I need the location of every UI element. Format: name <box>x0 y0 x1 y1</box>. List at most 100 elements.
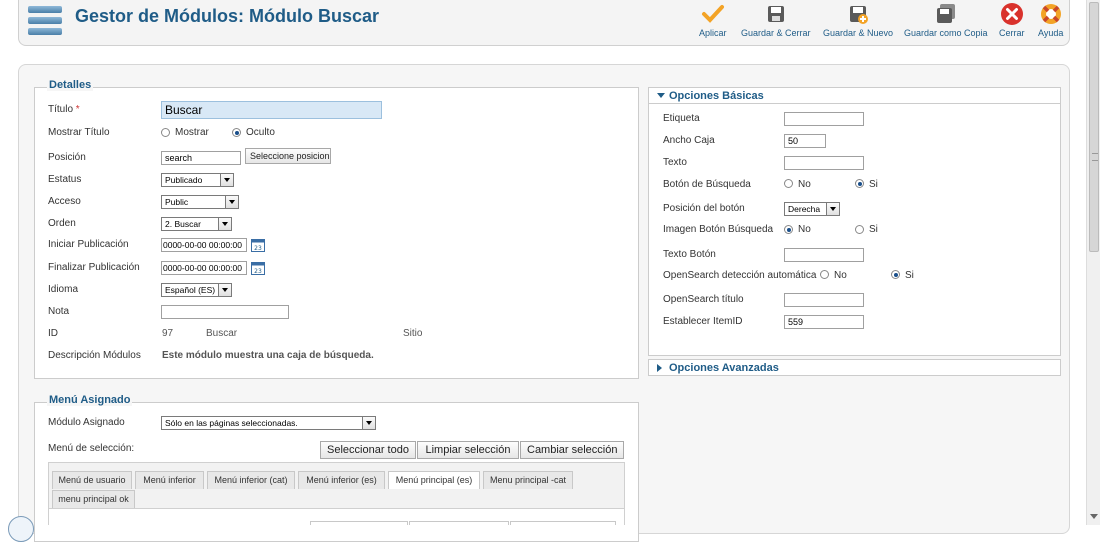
module-manager-icon <box>28 5 62 37</box>
show-title-label: Mostrar Título <box>48 127 110 138</box>
scroll-down-arrow-icon[interactable] <box>1089 510 1099 522</box>
chevron-down-icon <box>826 203 839 215</box>
set-itemid-label: Establecer ItemID <box>663 316 743 327</box>
opensearch-title-label: OpenSearch título <box>663 294 744 305</box>
access-select[interactable]: Public <box>161 195 239 209</box>
image-button-option-no: No <box>798 224 811 235</box>
tab-bottom-menu-cat[interactable]: Menú inferior (cat) <box>207 471 295 489</box>
button-text-label: Texto Botón <box>663 249 716 260</box>
tab-main-menu-ok[interactable]: menu principal ok <box>52 490 135 508</box>
tab-user-menu[interactable]: Menú de usuario <box>52 471 132 489</box>
tab-main-menu-es[interactable]: Menú principal (es) <box>388 471 480 489</box>
search-button-option-yes: Si <box>869 179 878 190</box>
chevron-down-icon <box>218 284 231 296</box>
status-label: Estatus <box>48 174 82 185</box>
select-all-button[interactable]: Seleccionar todo <box>320 441 416 459</box>
search-button-radio-no[interactable] <box>784 179 793 188</box>
help-button[interactable]: Ayuda <box>1038 2 1063 38</box>
access-label: Acceso <box>48 196 81 207</box>
title-input[interactable]: Buscar <box>161 101 382 119</box>
calendar-icon[interactable]: 23 <box>251 238 265 252</box>
close-button[interactable]: Cerrar <box>999 2 1025 38</box>
svg-text:23: 23 <box>254 268 262 275</box>
position-label: Posición <box>48 152 86 163</box>
status-value: Publicado <box>165 175 203 185</box>
language-select[interactable]: Español (ES) <box>161 283 232 297</box>
image-button-option-yes: Si <box>869 224 878 235</box>
image-button-radio-no[interactable] <box>784 225 793 234</box>
menu-selection-label: Menú de selección: <box>48 443 135 454</box>
opensearch-title-input[interactable] <box>784 293 864 307</box>
basic-options-header[interactable]: Opciones Básicas <box>648 87 1061 104</box>
opensearch-autodetect-radio-yes[interactable] <box>891 270 900 279</box>
opensearch-autodetect-option-no: No <box>834 270 847 281</box>
opensearch-autodetect-radio-no[interactable] <box>820 270 829 279</box>
save-close-button[interactable]: Guardar & Cerrar <box>741 2 811 38</box>
id-value: 97 <box>162 328 174 339</box>
menu-items-column <box>510 521 616 525</box>
show-title-radio-show[interactable] <box>161 128 170 137</box>
close-label: Cerrar <box>999 28 1025 38</box>
image-button-radio-yes[interactable] <box>855 225 864 234</box>
details-fieldset: Detalles <box>34 79 639 379</box>
tab-main-menu-cat[interactable]: Menu principal -cat <box>483 471 573 489</box>
box-width-label: Ancho Caja <box>663 135 715 146</box>
button-position-select[interactable]: Derecha <box>784 202 840 216</box>
start-publishing-input[interactable]: 0000-00-00 00:00:00 <box>161 238 247 252</box>
search-button-option-no: No <box>798 179 811 190</box>
toggle-selection-button[interactable]: Cambiar selección <box>520 441 624 459</box>
label-label: Etiqueta <box>663 113 700 124</box>
order-value: 2. Buscar <box>165 219 201 229</box>
text-input[interactable] <box>784 156 864 170</box>
search-button-radio-yes[interactable] <box>855 179 864 188</box>
clear-selection-button[interactable]: Limpiar selección <box>417 441 519 459</box>
access-value: Public <box>165 197 189 207</box>
page-title: Gestor de Módulos: Módulo Buscar <box>75 6 380 26</box>
start-publishing-label: Iniciar Publicación <box>48 239 129 250</box>
tab-bottom-menu[interactable]: Menú inferior <box>135 471 204 489</box>
label-input[interactable] <box>784 112 864 126</box>
show-title-option-show: Mostrar <box>175 127 209 138</box>
order-label: Orden <box>48 218 76 229</box>
apply-button[interactable]: Aplicar <box>699 2 727 38</box>
scrollbar-thumb[interactable] <box>1089 2 1099 252</box>
help-label: Ayuda <box>1038 28 1064 38</box>
required-mark: * <box>75 104 80 115</box>
calendar-icon[interactable]: 23 <box>251 261 265 275</box>
note-input[interactable] <box>161 305 289 319</box>
collapse-triangle-icon <box>657 93 665 98</box>
save-new-button[interactable]: Guardar & Nuevo <box>823 2 893 38</box>
assigned-module-select[interactable]: Sólo en las páginas seleccionadas. <box>161 416 376 430</box>
button-text-input[interactable] <box>784 248 864 262</box>
finish-publishing-label: Finalizar Publicación <box>48 262 140 273</box>
box-width-input[interactable]: 50 <box>784 134 826 148</box>
show-title-radio-hide[interactable] <box>232 128 241 137</box>
menu-items-column <box>409 521 509 525</box>
select-position-button[interactable]: Seleccione posicion <box>245 148 331 164</box>
bottom-left-circle-icon <box>8 516 34 542</box>
button-position-label: Posición del botón <box>663 203 745 214</box>
order-select[interactable]: 2. Buscar <box>161 217 232 231</box>
tab-bottom-menu-es[interactable]: Menú inferior (es) <box>298 471 385 489</box>
apply-label: Aplicar <box>699 28 727 38</box>
assigned-module-value: Sólo en las páginas seleccionadas. <box>165 418 298 428</box>
details-legend: Detalles <box>47 79 94 91</box>
button-position-value: Derecha <box>788 204 821 214</box>
expand-triangle-icon <box>657 364 662 372</box>
advanced-options-header[interactable]: Opciones Avanzadas <box>648 359 1061 376</box>
status-select[interactable]: Publicado <box>161 173 234 187</box>
save-new-icon <box>846 2 870 26</box>
menu-assignment-legend: Menú Asignado <box>47 394 133 406</box>
scrollbar-grip <box>1092 153 1098 161</box>
finish-publishing-input[interactable]: 0000-00-00 00:00:00 <box>161 261 247 275</box>
vertical-scrollbar[interactable] <box>1086 0 1100 525</box>
svg-text:23: 23 <box>254 245 262 252</box>
position-input[interactable]: search <box>161 151 241 165</box>
site-value: Sitio <box>403 328 423 339</box>
image-button-label: Imagen Botón Búsqueda <box>663 224 774 235</box>
set-itemid-input[interactable]: 559 <box>784 315 864 329</box>
chevron-down-icon <box>220 174 233 186</box>
chevron-down-icon <box>362 417 375 429</box>
opensearch-autodetect-label: OpenSearch detección automática <box>663 270 817 281</box>
save-copy-button[interactable]: Guardar como Copia <box>904 2 988 38</box>
